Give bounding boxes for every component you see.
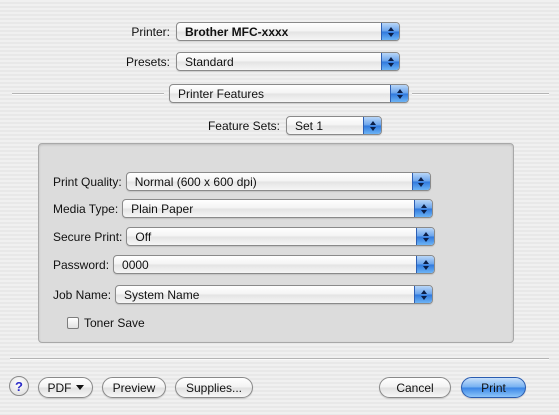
print-label: Print [481,380,506,395]
print-dialog: Printer: Brother MFC-xxxx Presets: Stand… [0,0,559,415]
presets-label: Presets: [125,54,170,69]
popup-arrows-icon [414,200,433,217]
help-icon: ? [15,378,23,394]
popup-arrows-icon [381,23,399,40]
print-quality-value: Normal (600 x 600 dpi) [134,174,257,189]
printer-popup[interactable]: Brother MFC-xxxx [176,22,400,41]
cancel-label: Cancel [396,380,434,395]
secure-print-popup[interactable]: Off [126,227,436,246]
printer-row: Printer: Brother MFC-xxxx [60,22,400,41]
popup-arrows-icon [411,173,430,190]
popup-arrows-icon [416,228,435,245]
printer-value: Brother MFC-xxxx [185,24,289,39]
job-name-label: Job Name: [53,287,112,302]
password-row: Password: 0000 [53,255,436,274]
password-value: 0000 [122,257,149,272]
media-type-value: Plain Paper [131,201,194,216]
media-type-row: Media Type: Plain Paper [53,199,434,218]
presets-row: Presets: Standard [60,52,400,71]
pane-value: Printer Features [178,86,265,101]
toner-save-label: Toner Save [84,316,145,330]
cancel-button[interactable]: Cancel [379,377,451,398]
media-type-label: Media Type: [53,201,119,216]
presets-popup[interactable]: Standard [176,52,400,71]
feature-sets-row: Feature Sets: Set 1 [160,116,382,135]
pane-popup[interactable]: Printer Features [169,84,409,103]
pdf-menu-button[interactable]: PDF [38,377,93,398]
popup-arrows-icon [381,53,399,70]
popup-arrows-icon [414,286,433,303]
job-name-value: System Name [124,287,200,302]
popup-arrows-icon [416,256,435,273]
secure-print-label: Secure Print: [53,229,123,244]
job-name-row: Job Name: System Name [53,285,434,304]
print-quality-popup[interactable]: Normal (600 x 600 dpi) [125,172,431,191]
chevron-down-icon [75,385,84,390]
media-type-popup[interactable]: Plain Paper [122,199,434,218]
pdf-label: PDF [47,380,72,395]
job-name-popup[interactable]: System Name [115,285,434,304]
password-popup[interactable]: 0000 [113,255,436,274]
popup-arrows-icon [363,117,381,134]
print-quality-label: Print Quality: [53,174,122,189]
preview-label: Preview [112,380,156,395]
presets-value: Standard [185,54,234,69]
password-label: Password: [53,257,110,272]
pane-row: Printer Features [169,84,409,103]
toner-save-row[interactable]: Toner Save [67,316,145,330]
separator-right [412,93,549,95]
supplies-button[interactable]: Supplies... [175,377,253,398]
feature-sets-label: Feature Sets: [207,118,280,133]
print-button[interactable]: Print [461,377,526,398]
separator-left [12,93,164,95]
printer-label: Printer: [131,24,170,39]
supplies-label: Supplies... [185,380,243,395]
secure-print-row: Secure Print: Off [53,227,436,246]
toner-save-checkbox[interactable] [67,317,79,329]
print-quality-row: Print Quality: Normal (600 x 600 dpi) [53,172,431,191]
secure-print-value: Off [135,229,152,244]
feature-sets-popup[interactable]: Set 1 [286,116,382,135]
help-button[interactable]: ? [9,376,29,396]
popup-arrows-icon [390,85,408,102]
preview-button[interactable]: Preview [102,377,166,398]
footer-separator [10,358,549,360]
